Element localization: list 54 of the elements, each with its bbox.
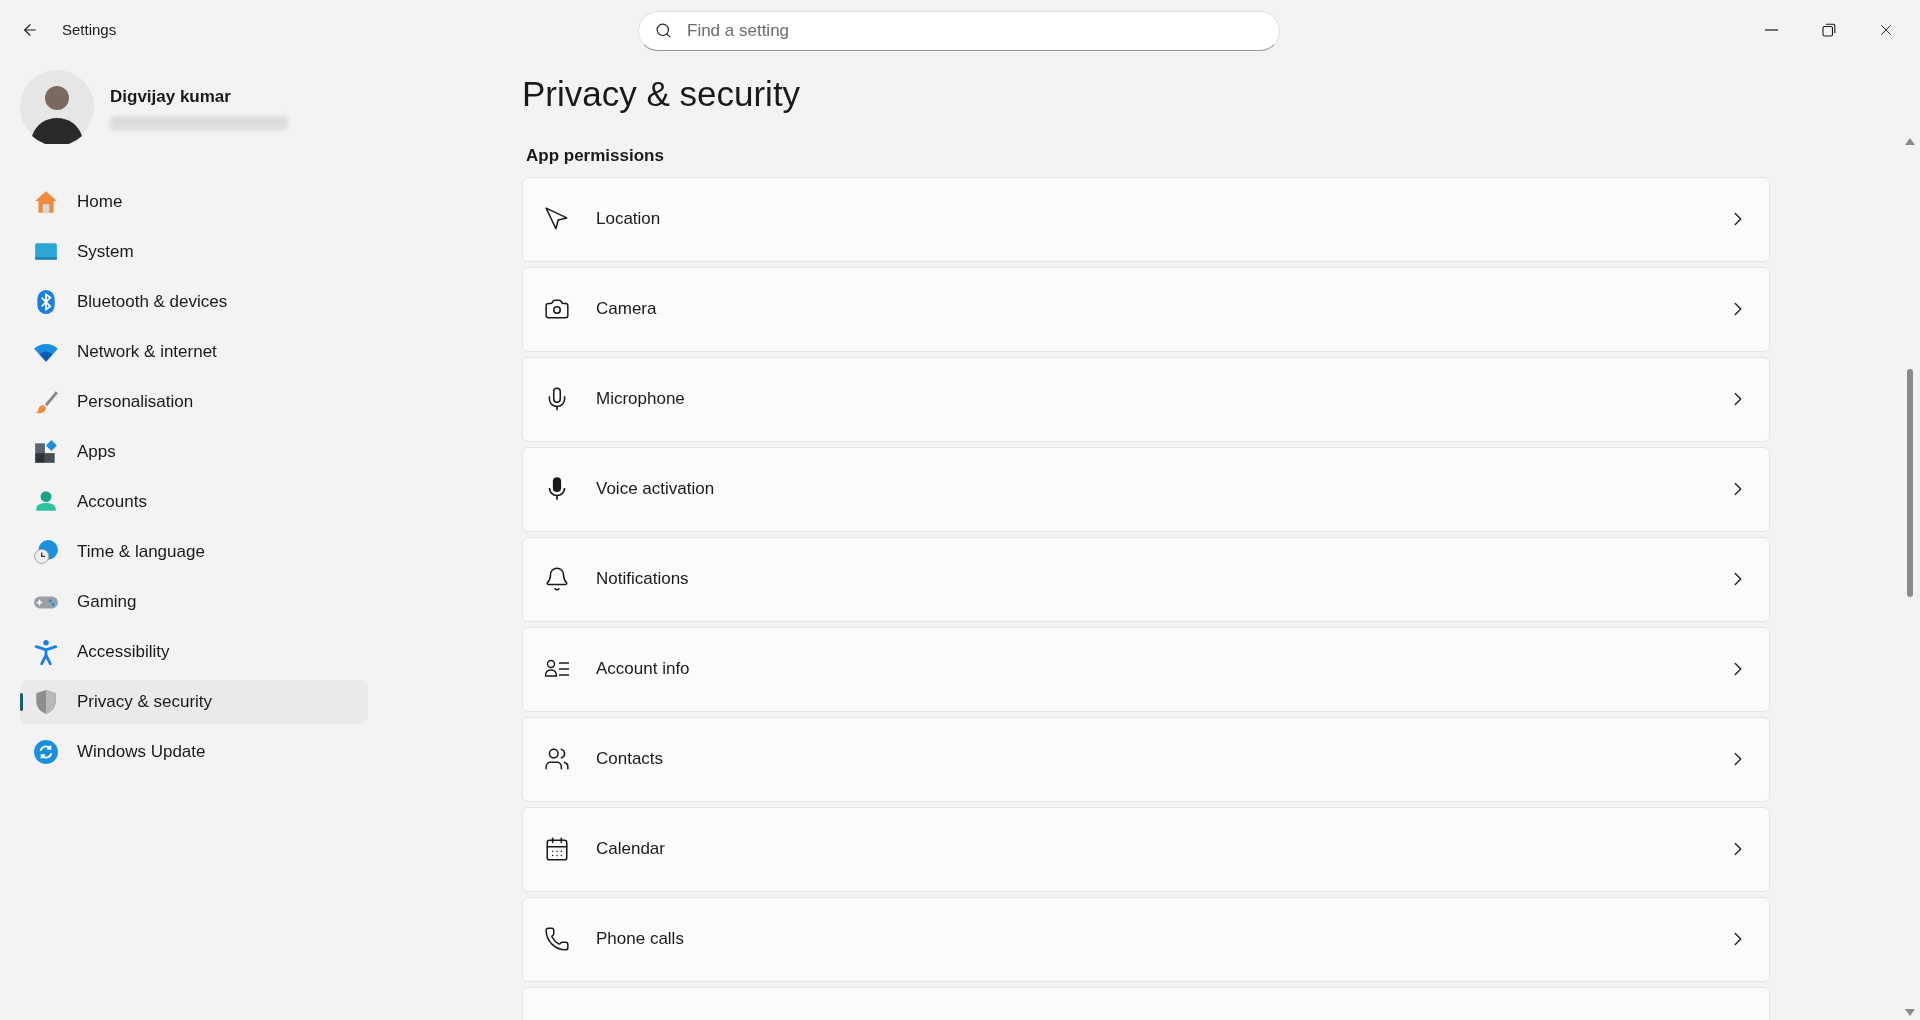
card-label: Microphone (596, 388, 685, 411)
card-label: Phone calls (596, 928, 684, 951)
search-icon (655, 22, 672, 39)
scroll-up-icon (1905, 138, 1915, 145)
shield-icon (33, 689, 59, 715)
nav-item[interactable]: Apps (20, 430, 368, 474)
nav-item[interactable]: Network & internet (20, 330, 368, 374)
nav-item[interactable]: Time & language (20, 530, 368, 574)
card-label: Contacts (596, 748, 664, 771)
user-name: Digvijay kumar (110, 86, 232, 109)
scroll-down-icon (1905, 1009, 1915, 1016)
nav-item[interactable]: Home (20, 180, 368, 224)
globe-clock-icon (33, 539, 59, 565)
bell-icon (544, 566, 570, 592)
scrollbar-thumb[interactable] (1907, 369, 1913, 597)
phone-icon (544, 926, 570, 952)
nav-item[interactable]: Accounts (20, 480, 368, 524)
people-icon (544, 746, 570, 772)
card-label: Location (596, 208, 661, 231)
card-label: Camera (596, 298, 657, 321)
settings-card[interactable]: Notifications (522, 536, 1770, 622)
window-title: Settings (62, 19, 117, 40)
settings-card[interactable]: Contacts (522, 716, 1770, 802)
nav-item[interactable]: Bluetooth & devices (20, 280, 368, 324)
card-label: Voice activation (596, 478, 715, 501)
settings-card[interactable]: Camera (522, 266, 1770, 352)
selection-indicator (20, 693, 23, 711)
nav-item[interactable]: Accessibility (20, 630, 368, 674)
page-title: Privacy & security (522, 73, 802, 115)
nav-item[interactable]: Gaming (20, 580, 368, 624)
calendar-icon (544, 836, 570, 862)
card-label: Notifications (596, 568, 689, 591)
card-label: Calendar (596, 838, 665, 861)
home-icon (33, 189, 59, 215)
paintbrush-icon (33, 389, 59, 415)
settings-card[interactable]: Voice activation (522, 446, 1770, 532)
minimize-icon (1765, 29, 1778, 31)
apps-icon (33, 439, 59, 465)
settings-card[interactable]: Calendar (522, 806, 1770, 892)
search-field[interactable]: Find a setting (638, 11, 1280, 51)
card-label: Account info (596, 658, 690, 681)
nav-item[interactable]: Personalisation (20, 380, 368, 424)
settings-card[interactable]: Account info (522, 626, 1770, 712)
accessibility-icon (33, 639, 59, 665)
nav-item[interactable]: System (20, 230, 368, 274)
settings-card[interactable]: Microphone (522, 356, 1770, 442)
settings-card[interactable]: Location (522, 176, 1770, 262)
nav-item[interactable]: Windows Update (20, 730, 368, 774)
sync-icon (33, 739, 59, 765)
section-heading: App permissions (526, 145, 665, 167)
location-arrow-icon (544, 206, 570, 232)
settings-card[interactable]: Phone calls (522, 896, 1770, 982)
nav-item[interactable]: Privacy & security (20, 680, 368, 724)
restore-icon (1821, 23, 1836, 37)
